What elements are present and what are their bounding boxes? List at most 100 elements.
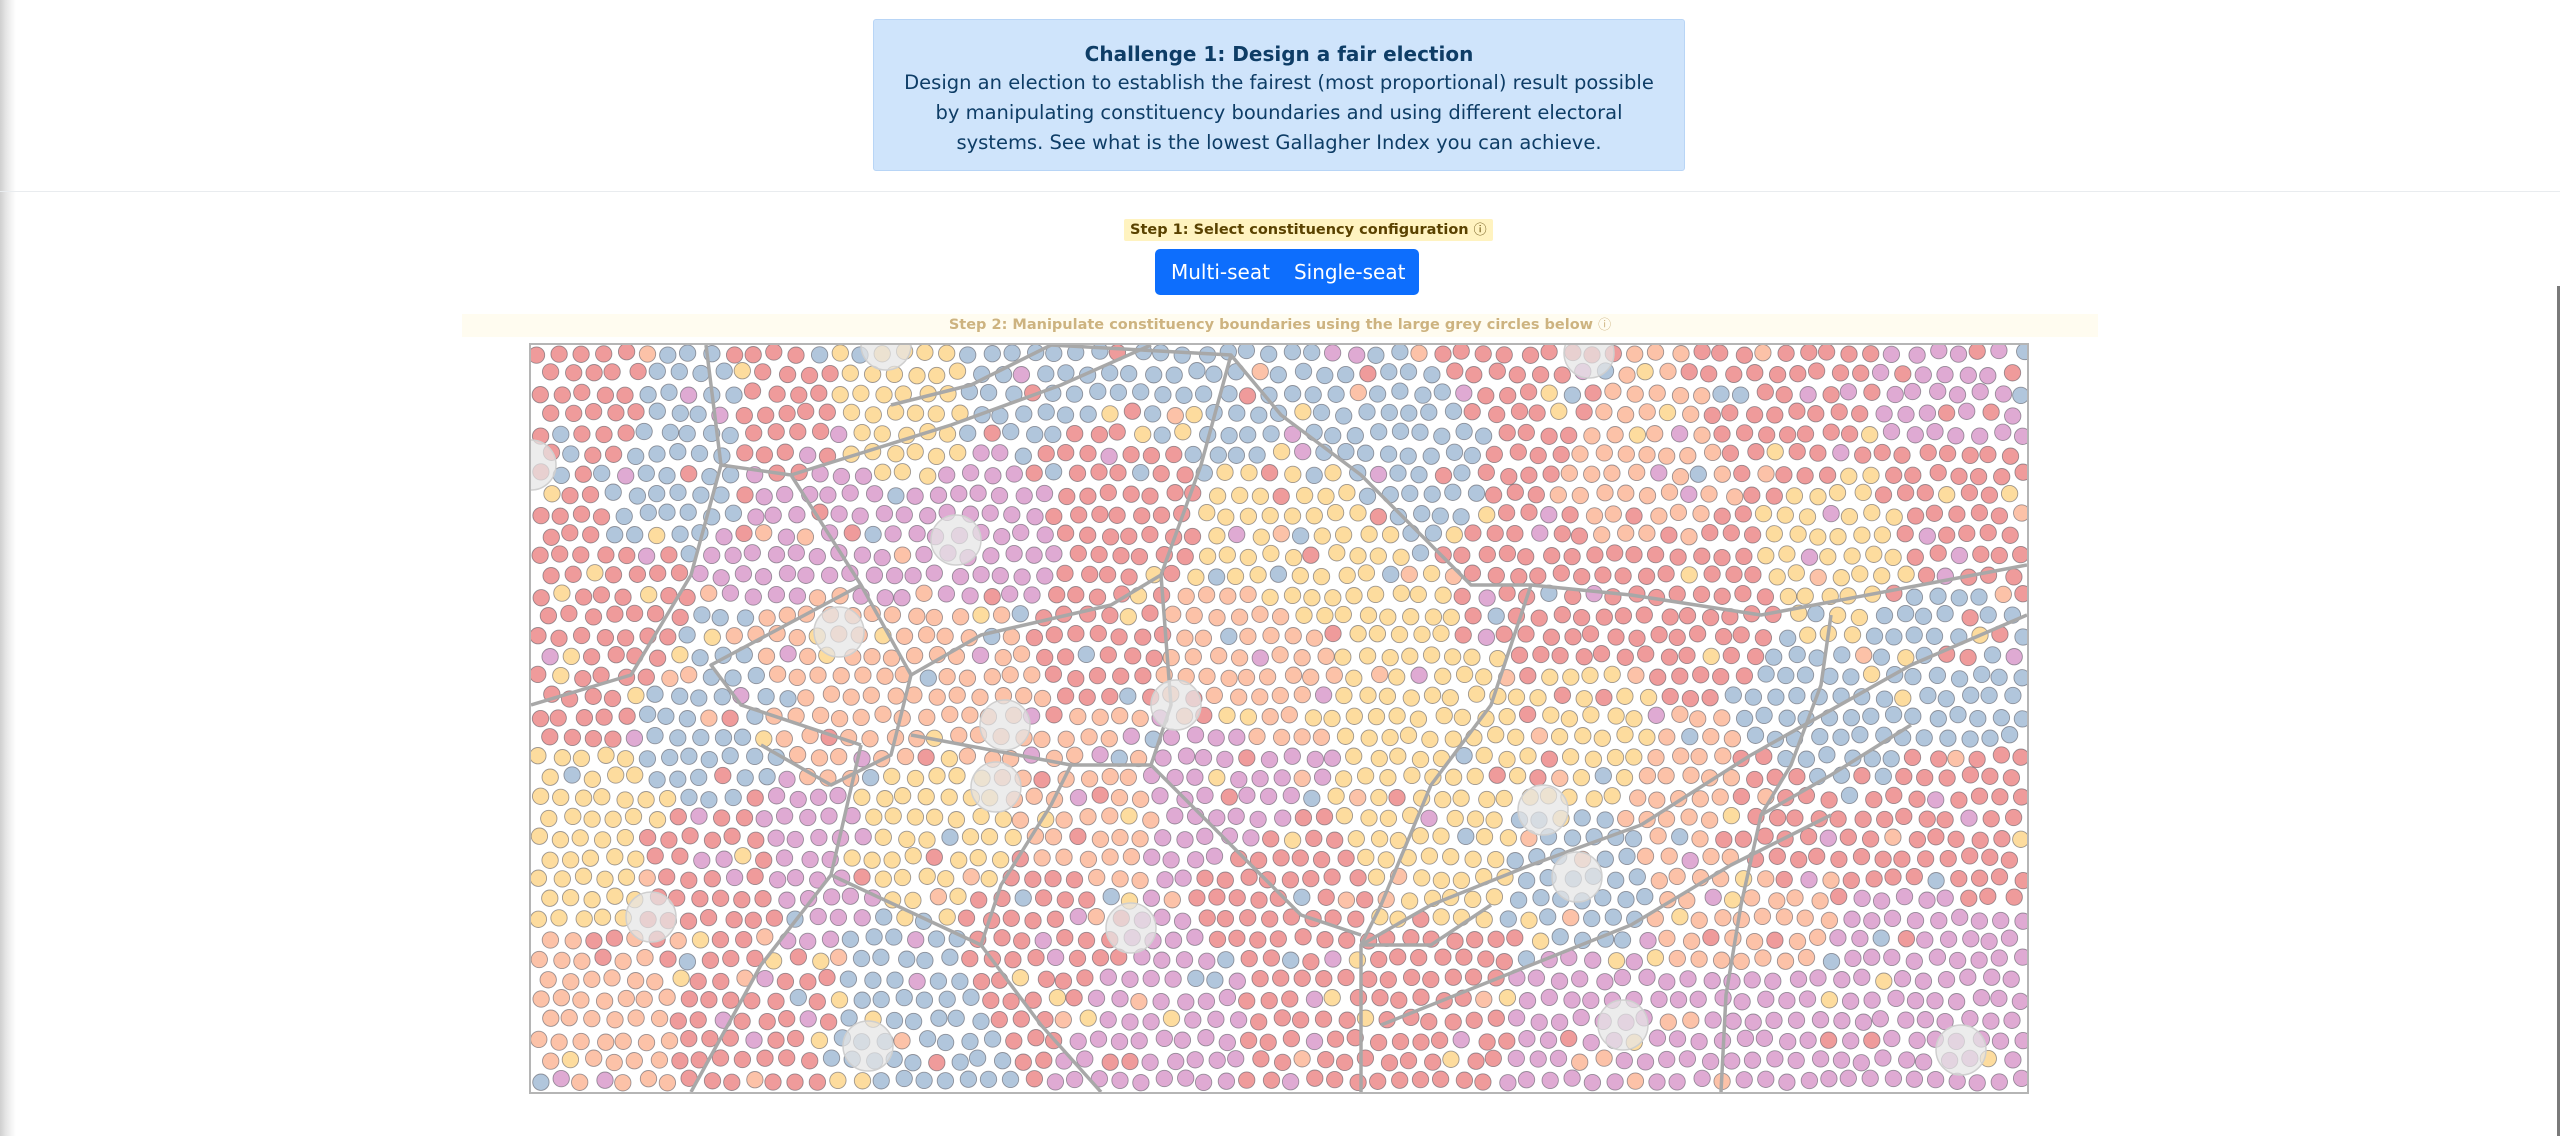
voter-dot (1487, 726, 1505, 744)
voter-dot (1671, 386, 1690, 405)
voter-dot (552, 788, 570, 807)
voter-dot (818, 403, 836, 421)
voter-dot (1410, 666, 1428, 684)
voter-dot (1089, 382, 1107, 401)
voter-dot (1457, 827, 1475, 846)
voter-dot (1295, 606, 1313, 624)
voter-dot (1961, 730, 1979, 748)
voter-dot (1237, 668, 1256, 687)
voter-dot (1790, 851, 1808, 869)
voter-dot (1111, 870, 1129, 888)
voter-dot (983, 424, 1001, 442)
voter-dot (872, 948, 890, 966)
boundary-drag-handle[interactable] (1551, 851, 1603, 903)
voter-dot (736, 609, 755, 627)
voter-dot (1550, 728, 1569, 746)
voter-dot (1430, 1031, 1449, 1049)
boundary-drag-handle[interactable] (813, 606, 865, 658)
boundary-drag-handle[interactable] (1517, 784, 1569, 836)
voter-dot (864, 406, 882, 424)
voter-dot (1863, 912, 1881, 930)
voter-dot (1216, 463, 1234, 481)
voter-dot (1045, 706, 1063, 724)
voter-dot (1218, 988, 1237, 1007)
voter-dot (583, 770, 602, 788)
voter-dot (1284, 548, 1303, 567)
voter-dot (765, 909, 784, 927)
voter-dot (2005, 648, 2023, 666)
voter-dot (703, 546, 721, 565)
voter-dot (1918, 891, 1936, 909)
voter-dot (1766, 406, 1784, 424)
info-icon[interactable]: ⓘ (1474, 223, 1487, 238)
multi-seat-button[interactable]: Multi-seat (1155, 249, 1284, 295)
voter-dot (1465, 366, 1483, 384)
voter-dot (1379, 769, 1397, 787)
voter-dot (637, 1033, 656, 1052)
voter-dot (1312, 850, 1331, 869)
voter-dot (1743, 486, 1761, 504)
voter-dot (1540, 750, 1559, 768)
info-icon[interactable]: ⓘ (1598, 318, 1611, 333)
single-seat-button[interactable]: Single-seat (1284, 249, 1420, 295)
voter-dot (1088, 868, 1106, 887)
voter-dot (757, 647, 776, 665)
boundary-drag-handle[interactable] (625, 891, 677, 943)
voter-dot (1142, 446, 1161, 465)
voter-dot (1809, 969, 1827, 987)
voter-dot (1101, 606, 1119, 625)
constituency-map[interactable] (529, 343, 2029, 1094)
voter-dot (1242, 829, 1260, 847)
voter-dot (1251, 487, 1270, 505)
voter-dot (1305, 829, 1323, 848)
boundary-drag-handle[interactable] (1597, 999, 1649, 1051)
boundary-drag-handle[interactable] (930, 514, 982, 566)
voter-dot (915, 1071, 933, 1090)
map-canvas[interactable] (531, 345, 2027, 1092)
voter-dot (1604, 505, 1622, 523)
voter-dot (1914, 972, 1933, 990)
voter-dot (574, 588, 593, 606)
voter-dot (646, 726, 664, 745)
voter-dot (1230, 688, 1248, 706)
voter-dot (1111, 990, 1129, 1008)
voter-dot (1796, 587, 1814, 605)
voter-dot (1507, 688, 1526, 706)
voter-dot (1788, 767, 1806, 786)
voter-dot (1682, 405, 1700, 423)
voter-dot (1281, 1073, 1300, 1091)
voter-dot (1251, 769, 1269, 788)
voter-dot (778, 891, 796, 909)
voter-dot (1045, 626, 1063, 644)
voter-dot (1553, 525, 1571, 543)
voter-dot (1682, 932, 1701, 950)
boundary-drag-handle[interactable] (1935, 1024, 1987, 1076)
voter-dot (722, 949, 740, 968)
voter-dot (658, 467, 676, 485)
voter-dot (1972, 545, 1990, 563)
voter-dot (940, 750, 959, 768)
boundary-drag-handle[interactable] (1150, 679, 1202, 731)
voter-dot (1327, 787, 1345, 805)
voter-dot (1305, 990, 1324, 1008)
boundary-drag-handle[interactable] (842, 1020, 894, 1072)
voter-dot (1595, 444, 1613, 462)
voter-dot (699, 908, 718, 927)
voter-dot (1938, 769, 1956, 787)
voter-dot (1485, 811, 1503, 829)
voter-dot (1370, 788, 1388, 807)
voter-dot (1660, 648, 1679, 666)
voter-dot (1968, 345, 1986, 360)
boundary-drag-handle[interactable] (1105, 902, 1157, 954)
boundary-drag-handle[interactable] (979, 699, 1031, 751)
voter-dot (1532, 645, 1550, 664)
voter-dot (1239, 627, 1257, 646)
voter-dot (1348, 346, 1366, 364)
voter-dot (808, 993, 826, 1011)
boundary-drag-handle[interactable] (970, 761, 1022, 813)
voter-dot (1948, 505, 1966, 523)
voter-dot (1323, 709, 1341, 728)
voter-dot (1626, 385, 1644, 403)
boundary-drag-handle[interactable] (860, 345, 912, 371)
voter-dot (1185, 606, 1203, 625)
